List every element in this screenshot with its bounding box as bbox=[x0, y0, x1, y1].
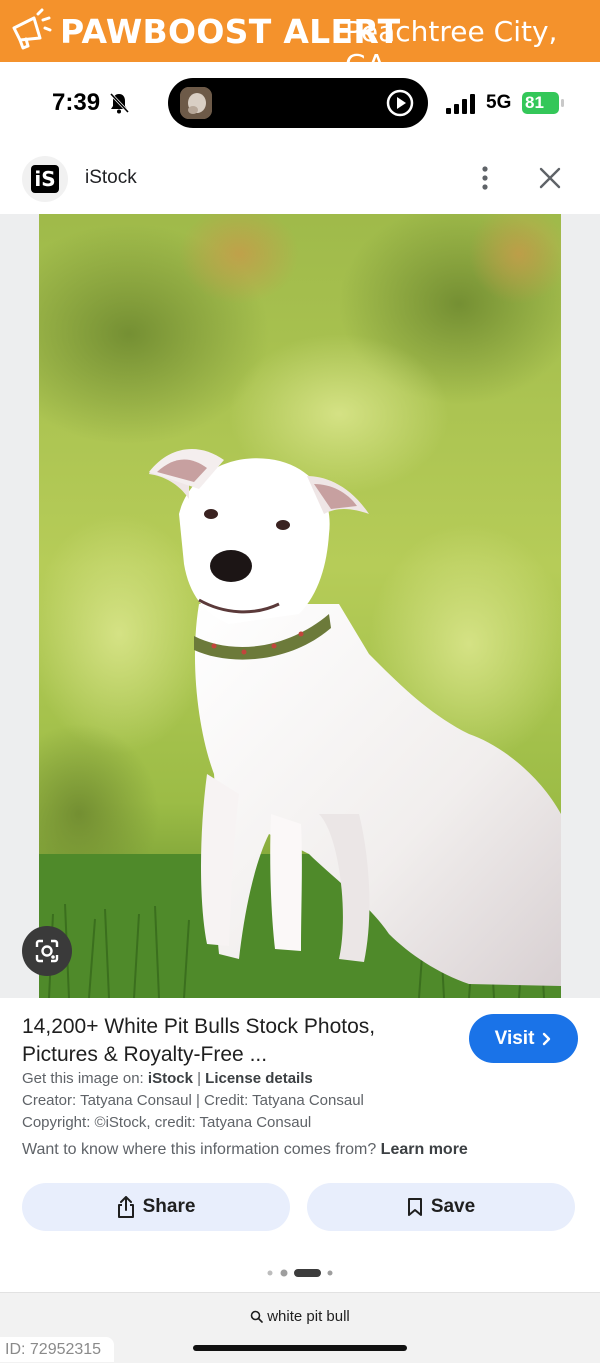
bell-slash-icon bbox=[109, 92, 130, 114]
source-prefix: Get this image on: bbox=[22, 1070, 144, 1087]
save-button[interactable]: Save bbox=[307, 1183, 575, 1231]
home-indicator[interactable] bbox=[193, 1345, 407, 1351]
source-line: Get this image on: iStock | License deta… bbox=[22, 1070, 313, 1087]
play-icon[interactable] bbox=[386, 89, 414, 117]
more-vert-icon[interactable] bbox=[473, 165, 497, 191]
source-separator: | bbox=[197, 1070, 201, 1087]
dog-photo[interactable] bbox=[39, 214, 561, 998]
battery-percent: 81 bbox=[525, 93, 544, 112]
post-id-tag: ID: 72952315 bbox=[0, 1337, 114, 1362]
learn-more-link[interactable]: Learn more bbox=[381, 1141, 468, 1158]
copyright-line: Copyright: ©iStock, credit: Tatyana Cons… bbox=[22, 1114, 312, 1131]
visit-label: Visit bbox=[494, 1027, 535, 1049]
visit-button[interactable]: Visit bbox=[469, 1014, 578, 1063]
search-query-text: white pit bull bbox=[267, 1308, 350, 1325]
bookmark-icon bbox=[407, 1198, 422, 1216]
creator-line: Creator: Tatyana Consaul | Credit: Tatya… bbox=[22, 1092, 364, 1109]
signal-icon bbox=[446, 94, 475, 114]
share-button[interactable]: Share bbox=[22, 1183, 290, 1231]
chevron-right-icon bbox=[543, 1032, 551, 1045]
pawboost-alert-banner: PAWBOOST ALERT Peachtree City, GA bbox=[0, 0, 600, 81]
source-link[interactable]: iStock bbox=[148, 1070, 193, 1087]
now-playing-thumbnail bbox=[180, 87, 212, 119]
share-icon bbox=[117, 1196, 134, 1218]
dynamic-island[interactable] bbox=[168, 78, 428, 128]
save-label: Save bbox=[430, 1196, 476, 1217]
megaphone-icon bbox=[12, 8, 52, 50]
lens-icon bbox=[35, 939, 59, 963]
search-query-chip[interactable]: white pit bull bbox=[0, 1308, 600, 1325]
site-logo[interactable]: iS bbox=[22, 156, 68, 202]
google-lens-button[interactable] bbox=[22, 926, 72, 976]
network-label: 5G bbox=[486, 92, 512, 113]
alert-location: Peachtree City, GA bbox=[345, 15, 558, 81]
result-title[interactable]: 14,200+ White Pit Bulls Stock Photos, Pi… bbox=[22, 1013, 452, 1069]
search-icon bbox=[250, 1310, 264, 1323]
istock-logo-mark: iS bbox=[31, 165, 59, 193]
battery-indicator: 81 bbox=[522, 92, 566, 114]
close-icon[interactable] bbox=[538, 166, 562, 190]
info-question: Want to know where this information come… bbox=[22, 1141, 377, 1158]
site-name[interactable]: iStock bbox=[85, 167, 137, 189]
page-indicator bbox=[267, 1269, 333, 1277]
license-details-link[interactable]: License details bbox=[205, 1070, 313, 1087]
status-time: 7:39 bbox=[52, 89, 101, 116]
info-source-line: Want to know where this information come… bbox=[22, 1141, 468, 1159]
share-label: Share bbox=[142, 1196, 196, 1217]
